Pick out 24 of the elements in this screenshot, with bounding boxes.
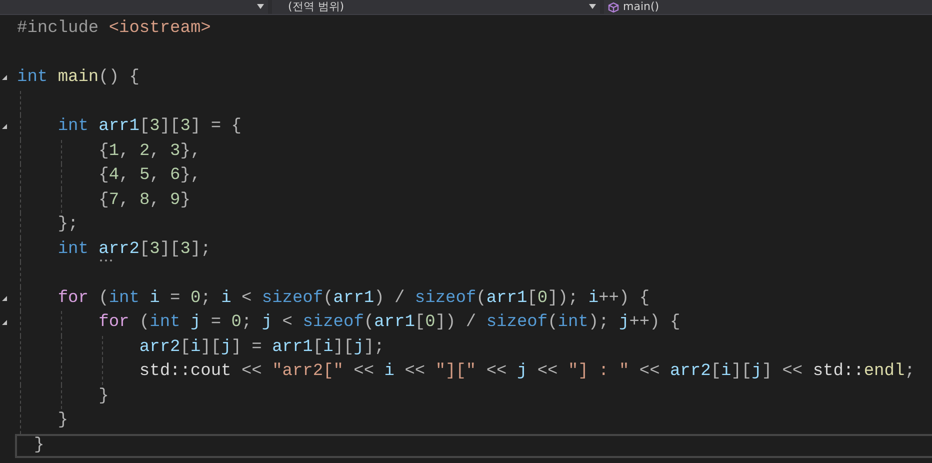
collapse-caret-icon[interactable] [1,74,8,81]
code-line: {7, 8, 9} [98,190,190,212]
code-line: int arr1[3][3] = { [58,116,242,138]
collapse-caret-icon[interactable] [1,319,8,326]
dropdown[interactable]: (전역 범위) [272,0,600,14]
code-line: } [98,386,109,408]
code-line: {4, 5, 6}, [98,165,201,187]
code-line: for (int i = 0; i < sizeof(arr1) / sizeof(arr1[0]); i++) { [58,288,650,310]
caret-icon [257,4,264,9]
collapse-caret-icon[interactable] [1,294,8,302]
code-line: int main() { [17,67,140,89]
code-line: } [34,434,44,456]
code-line: arr2[i][j] = arr1[i][j]; [139,336,384,358]
code-line: {1, 2, 3}, [98,140,201,162]
code-line: int arr2[3][3]; [58,238,211,260]
dropdown[interactable]: main() [604,0,932,14]
cube-icon [608,2,619,12]
code-line: }; [58,214,78,236]
code-line: std::cout << "arr2[" << i << "][" << j << "] : " << arr2[i][j] << std::endl; [139,361,915,383]
code-line: #include <iostream> [17,18,211,40]
collapse-caret-icon[interactable] [1,123,8,130]
code-line: } [58,410,68,432]
caret-icon [589,4,596,9]
code-line: for (int j = 0; j < sizeof(arr1[0]) / sizeof(int); j++) { [98,312,680,334]
